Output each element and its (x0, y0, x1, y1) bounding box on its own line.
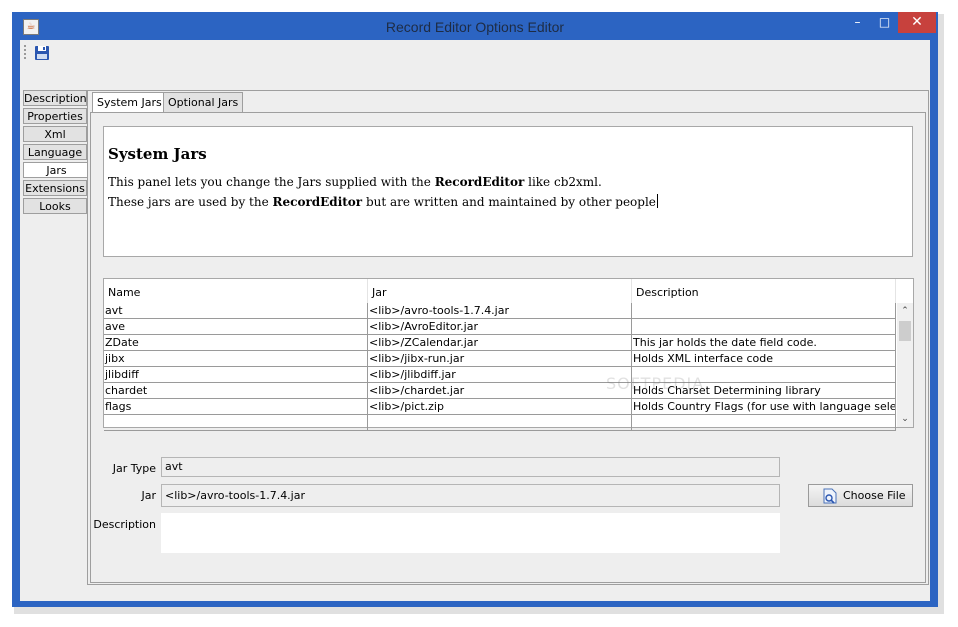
table-scrollbar[interactable]: ⌃ ⌄ (897, 303, 913, 427)
info-line-1: This panel lets you change the Jars supp… (108, 175, 602, 189)
cell-jar[interactable]: <lib>/AvroEditor.jar (368, 319, 632, 335)
side-tab-description[interactable]: Description (23, 90, 87, 106)
maximize-button[interactable]: □ (871, 12, 898, 33)
side-tab-properties[interactable]: Properties (23, 108, 87, 124)
choose-file-button[interactable]: Choose File (808, 484, 913, 507)
toolbar (20, 40, 930, 64)
tab-system-jars[interactable]: System Jars (92, 92, 167, 113)
tab-optional-jars[interactable]: Optional Jars (163, 92, 244, 112)
side-tab-xml[interactable]: Xml (23, 126, 87, 142)
jar-type-field[interactable]: avt (161, 457, 780, 477)
cell-name[interactable]: jibx (104, 351, 368, 367)
client-area: Description Properties Xml Language Jars… (20, 40, 930, 601)
cell-description[interactable] (632, 303, 896, 319)
file-open-icon (823, 488, 837, 504)
cell-name[interactable]: avt (104, 303, 368, 319)
watermark: SOFTPEDIA (606, 374, 705, 393)
choose-file-label: Choose File (843, 489, 906, 502)
scroll-up-icon[interactable]: ⌃ (897, 305, 913, 317)
window-title: Record Editor Options Editor (385, 19, 565, 35)
table-row[interactable]: jlibdiff <lib>/jlibdiff.jar (104, 367, 896, 383)
cell-description[interactable] (632, 319, 896, 335)
cell-jar[interactable]: <lib>/jibx-run.jar (368, 351, 632, 367)
cell-description[interactable]: Holds XML interface code (632, 351, 896, 367)
info-line-2: These jars are used by the RecordEditor … (108, 194, 658, 209)
cell-jar[interactable]: <lib>/pict.zip (368, 399, 632, 415)
app-window: ☕ Record Editor Options Editor – □ ✕ Des… (12, 12, 938, 607)
side-tab-extensions[interactable]: Extensions (23, 180, 87, 196)
save-icon[interactable] (34, 45, 50, 61)
table-row[interactable]: flags <lib>/pict.zip Holds Country Flags (… (104, 399, 896, 415)
info-line-2-bold: RecordEditor (272, 195, 363, 209)
table-header: Name Jar Description (104, 279, 896, 303)
text-caret (656, 194, 658, 208)
jars-table: Name Jar Description avt <lib>/avro-tools… (103, 278, 914, 431)
toolbar-grip-icon[interactable] (24, 45, 28, 59)
cell-name[interactable] (104, 415, 368, 431)
table-row[interactable]: jibx <lib>/jibx-run.jar Holds XML interfac… (104, 351, 896, 367)
jar-path-field[interactable]: <lib>/avro-tools-1.7.4.jar (161, 484, 780, 507)
column-header-jar[interactable]: Jar (368, 279, 632, 303)
cell-description[interactable]: This jar holds the date field code. (632, 335, 896, 351)
title-bar[interactable]: ☕ Record Editor Options Editor – □ ✕ (12, 12, 938, 40)
cell-description[interactable] (632, 415, 896, 431)
cell-jar[interactable]: <lib>/chardet.jar (368, 383, 632, 399)
cell-name[interactable]: ave (104, 319, 368, 335)
cell-name[interactable]: chardet (104, 383, 368, 399)
jar-type-label: Jar Type (112, 462, 156, 475)
info-line-1-bold: RecordEditor (434, 175, 525, 189)
info-line-2-end: but are written and maintained by other … (362, 195, 656, 209)
table-row[interactable]: ZDate <lib>/ZCalendar.jar This jar holds t… (104, 335, 896, 351)
scroll-down-icon[interactable]: ⌄ (897, 413, 913, 425)
info-line-1-end: like cb2xml. (524, 175, 602, 189)
info-line-2-text: These jars are used by the (108, 195, 273, 209)
table-row[interactable]: avt <lib>/avro-tools-1.7.4.jar (104, 303, 896, 319)
table-row[interactable]: ave <lib>/AvroEditor.jar (104, 319, 896, 335)
cell-name[interactable]: flags (104, 399, 368, 415)
cell-name[interactable]: ZDate (104, 335, 368, 351)
description-field[interactable] (161, 513, 780, 553)
side-tab-language[interactable]: Language (23, 144, 87, 160)
cell-description[interactable]: Holds Country Flags (for use with langua… (632, 399, 896, 415)
cell-jar[interactable]: <lib>/ZCalendar.jar (368, 335, 632, 351)
info-title: System Jars (108, 145, 207, 163)
scroll-thumb[interactable] (899, 321, 911, 341)
side-tab-jars[interactable]: Jars (23, 162, 89, 178)
info-box: System Jars This panel lets you change t… (103, 126, 913, 257)
cell-jar[interactable]: <lib>/avro-tools-1.7.4.jar (368, 303, 632, 319)
cell-jar[interactable]: <lib>/jlibdiff.jar (368, 367, 632, 383)
column-header-description[interactable]: Description (632, 279, 896, 303)
cell-name[interactable]: jlibdiff (104, 367, 368, 383)
table-row[interactable]: chardet <lib>/chardet.jar Holds Charset De… (104, 383, 896, 399)
jar-label: Jar (141, 489, 156, 502)
close-button[interactable]: ✕ (898, 12, 936, 33)
side-tab-looks[interactable]: Looks (23, 198, 87, 214)
description-label: Description (93, 518, 156, 531)
info-line-1-text: This panel lets you change the Jars supp… (108, 175, 435, 189)
minimize-button[interactable]: – (844, 12, 871, 33)
cell-jar[interactable] (368, 415, 632, 431)
column-header-name[interactable]: Name (104, 279, 368, 303)
table-row[interactable] (104, 415, 896, 431)
